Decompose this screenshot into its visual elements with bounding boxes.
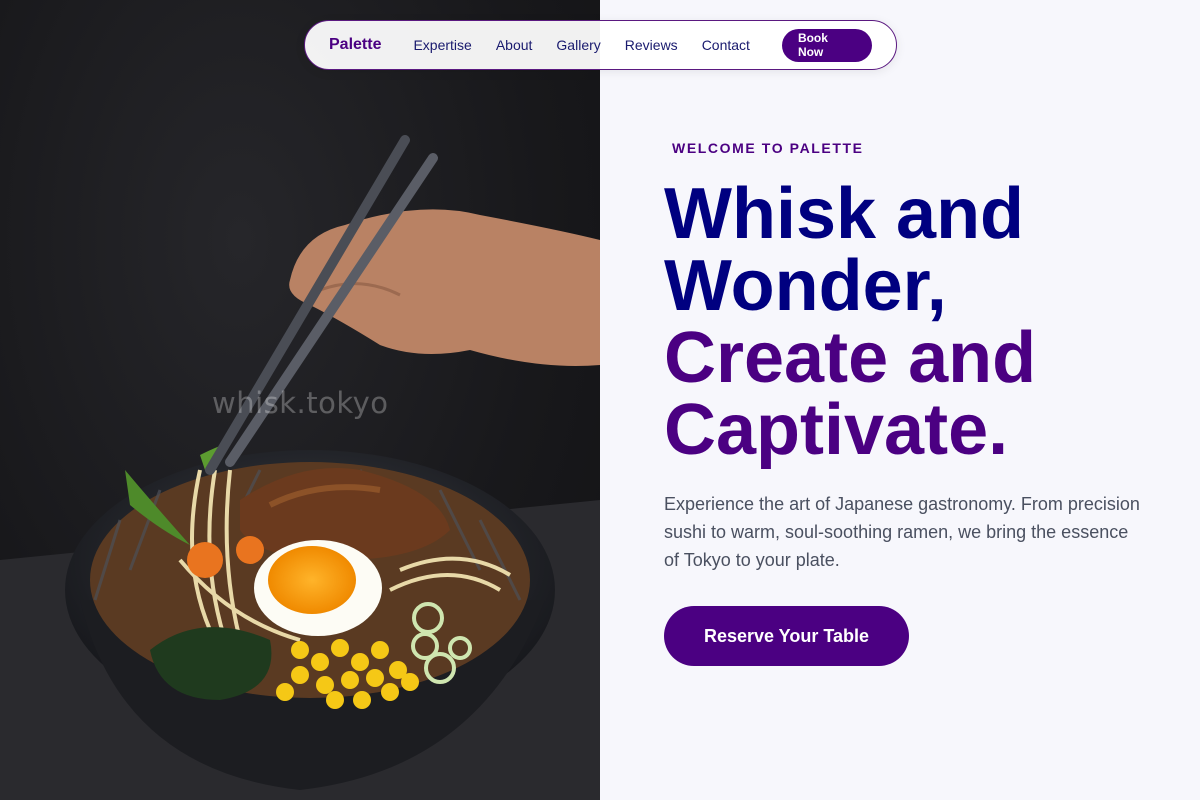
nav-link-expertise[interactable]: Expertise	[413, 37, 471, 53]
hero-description: Experience the art of Japanese gastronom…	[664, 494, 1140, 570]
brand-logo[interactable]: Palette	[329, 36, 381, 54]
headline-line-3: Create and	[664, 318, 1037, 398]
nav-link-about[interactable]: About	[496, 37, 533, 53]
nav-link-reviews[interactable]: Reviews	[625, 37, 678, 53]
top-navigation: Palette Expertise About Gallery Reviews …	[304, 20, 897, 70]
hero-eyebrow: WELCOME TO PALETTE	[672, 140, 864, 156]
headline-line-4: Captivate.	[664, 390, 1009, 470]
reserve-table-button[interactable]: Reserve Your Table	[664, 606, 909, 666]
hero-headline: Whisk and Wonder, Create and Captivate.	[664, 178, 1184, 466]
headline-line-2: Wonder,	[664, 246, 947, 326]
headline-line-1: Whisk and	[664, 174, 1025, 254]
nav-link-gallery[interactable]: Gallery	[556, 37, 600, 53]
hero-food-photo: whisk.tokyo	[0, 0, 600, 800]
nav-link-contact[interactable]: Contact	[702, 37, 750, 53]
photo-watermark: whisk.tokyo	[212, 386, 389, 420]
book-now-button[interactable]: Book Now	[781, 28, 872, 62]
